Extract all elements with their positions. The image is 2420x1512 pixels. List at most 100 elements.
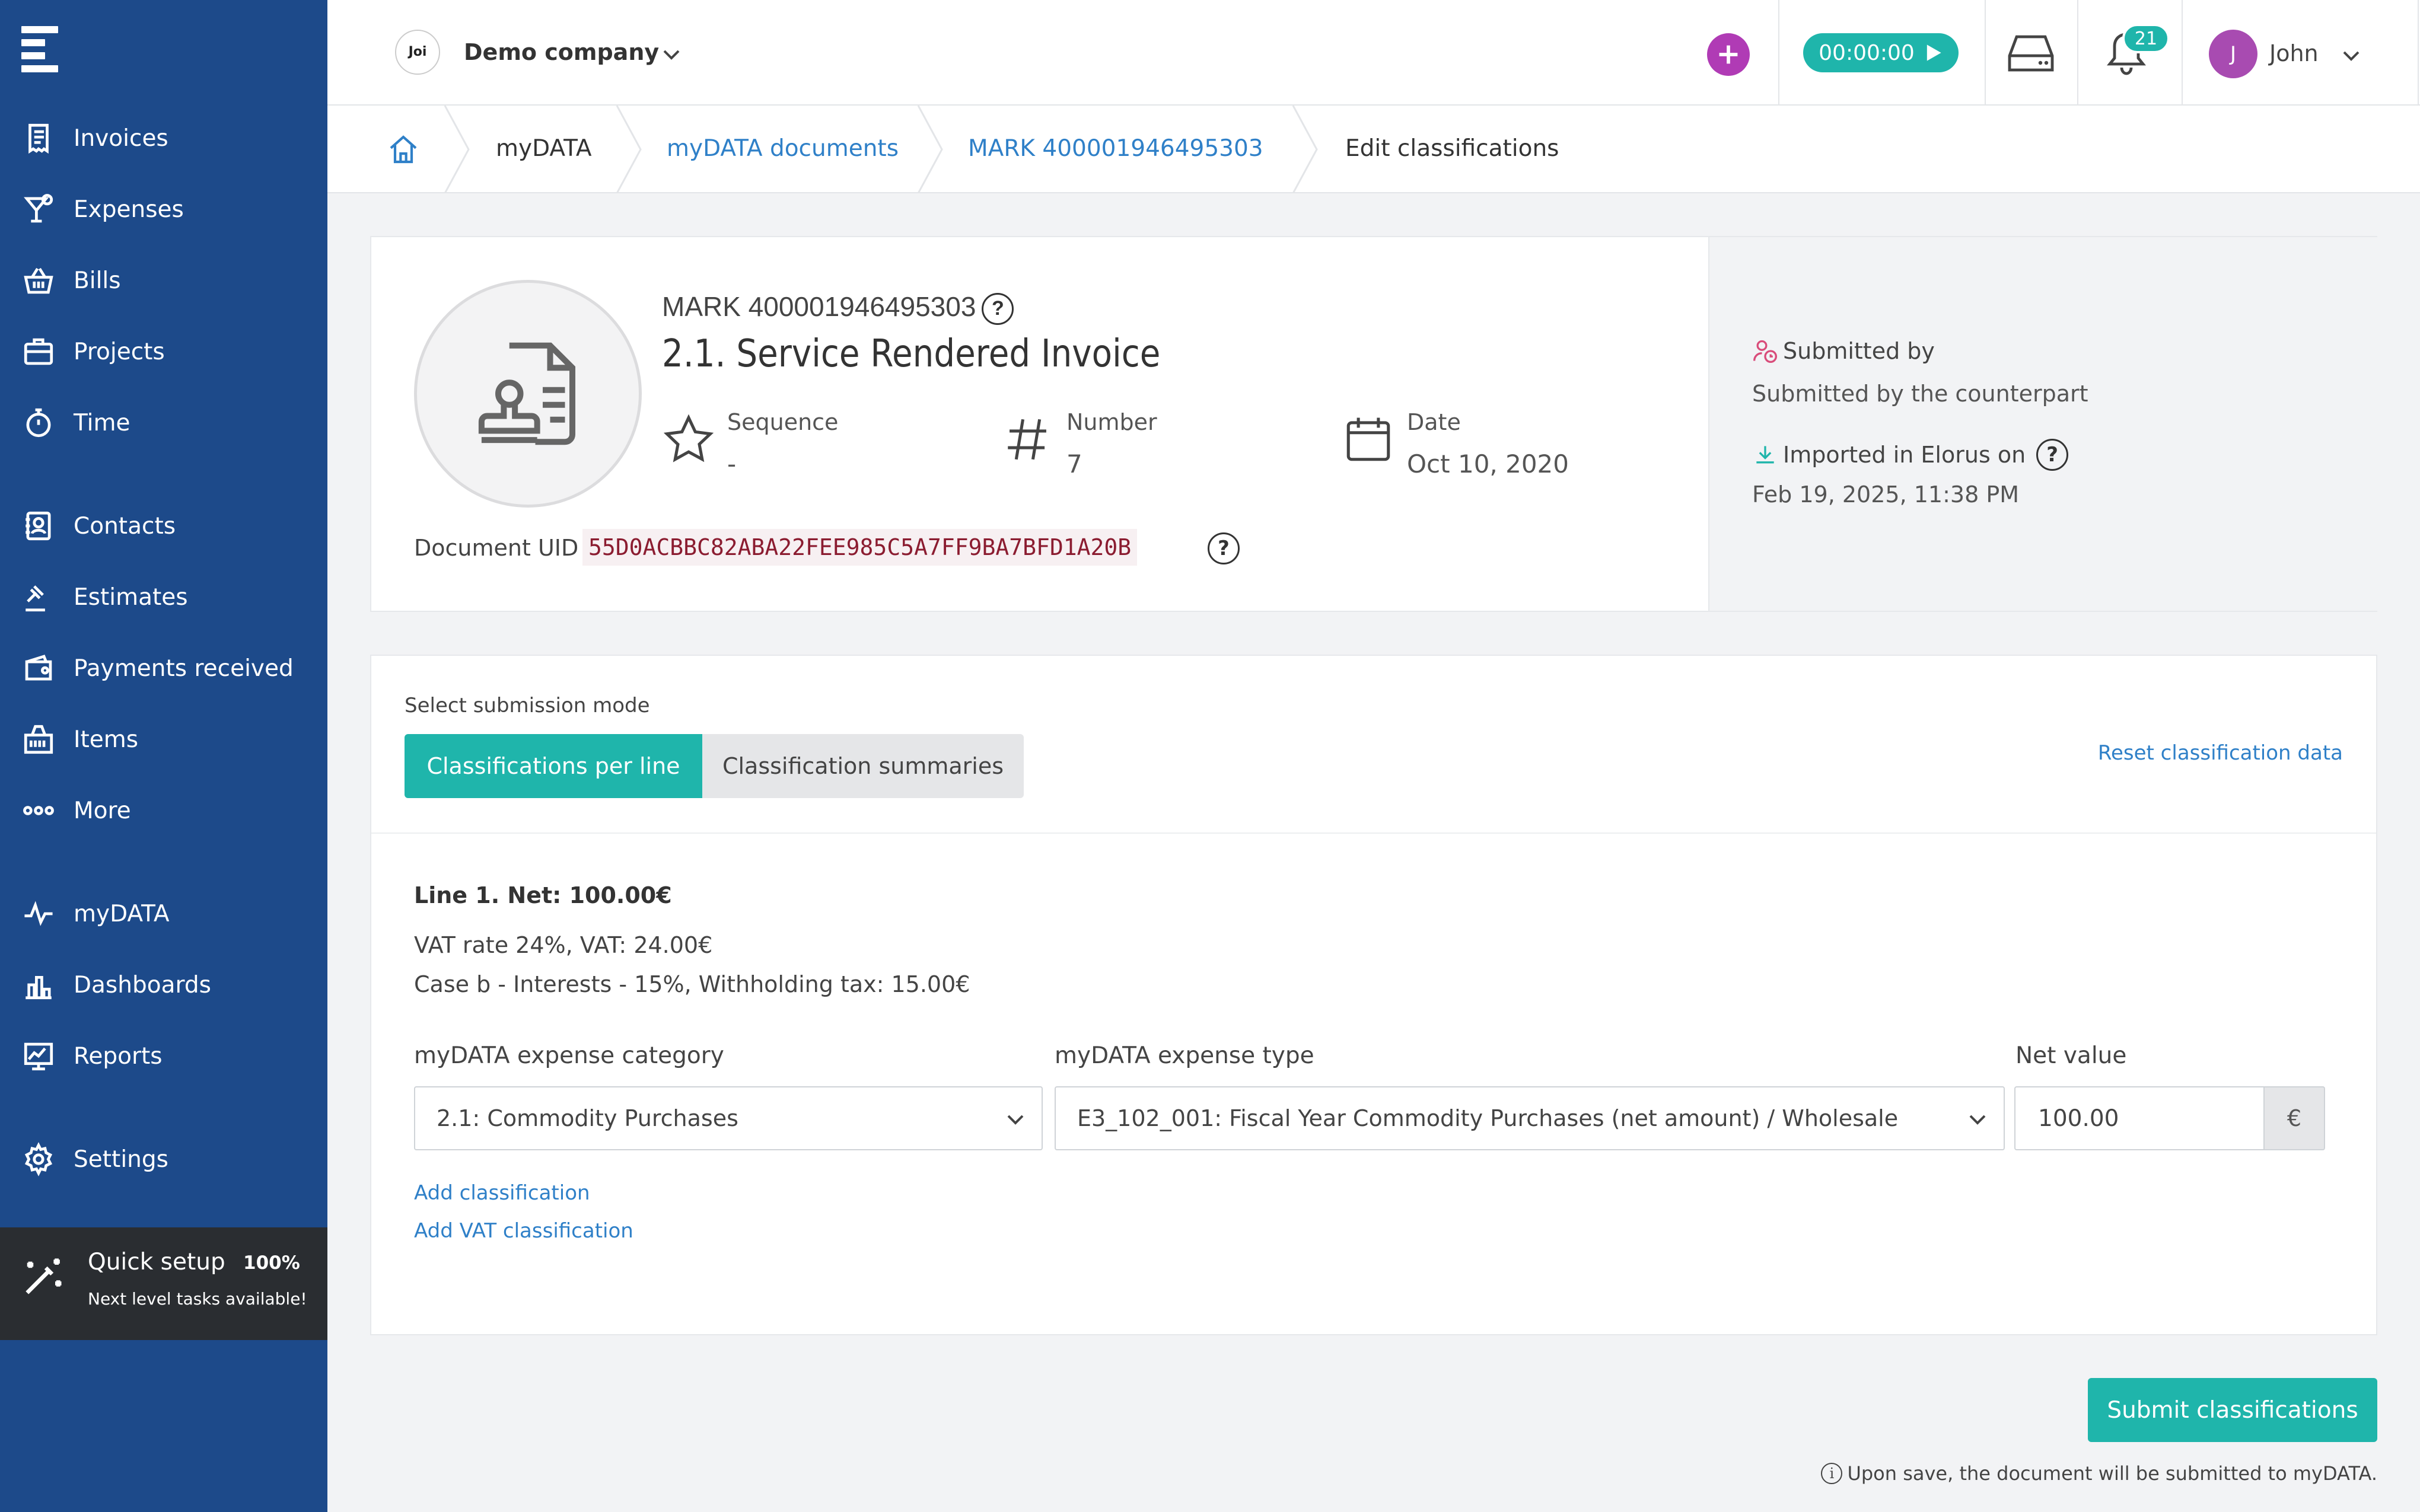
contact-book-icon [20,508,57,544]
expense-category-select[interactable]: 2.1: Commodity Purchases [414,1086,1043,1150]
imported-label: Imported in Elorus on [1783,442,2026,468]
sidebar-item-time[interactable]: Time [0,396,327,449]
uid-value: 55D0ACBBC82ABA22FEE985C5A7FF9BA7BFD1A20B [582,529,1138,566]
timer-value: 00:00:00 [1819,40,1915,65]
sidebar-item-reports[interactable]: Reports [0,1029,327,1083]
user-clock-icon [1753,340,1777,363]
sidebar-item-label: Estimates [74,583,188,611]
sidebar-item-bills[interactable]: Bills [0,254,327,307]
add-vat-classification-link[interactable]: Add VAT classification [414,1219,633,1243]
dashboard-icon [20,966,57,1003]
company-logo[interactable]: Joi [395,30,440,75]
user-name[interactable]: John [2269,40,2319,66]
sidebar-item-label: More [74,797,131,824]
breadcrumb-separator [917,106,943,193]
help-icon[interactable]: ? [1208,532,1240,564]
avatar[interactable]: J [2209,30,2257,78]
help-icon[interactable]: ? [2036,439,2069,471]
quick-setup-panel[interactable]: Quick setup 100% Next level tasks availa… [0,1227,327,1340]
breadcrumb-mydata[interactable]: myDATA [496,135,592,162]
basket-icon [20,262,57,299]
expense-type-select[interactable]: E3_102_001: Fiscal Year Commodity Purcha… [1055,1086,2005,1150]
breadcrumb-current: Edit classifications [1345,135,1559,162]
sidebar-item-label: Payments received [74,655,294,682]
sidebar-item-more[interactable]: More [0,784,327,837]
line-vat-info: VAT rate 24%, VAT: 24.00€ [414,932,713,958]
sidebar-item-items[interactable]: Items [0,713,327,766]
home-icon[interactable] [387,133,420,166]
currency-addon: € [2265,1086,2325,1150]
stopwatch-icon [20,404,57,441]
timer-button[interactable]: 00:00:00 [1803,33,1959,72]
topbar-divider [2077,0,2078,106]
submit-classifications-button[interactable]: Submit classifications [2088,1378,2377,1442]
classification-summaries-button[interactable]: Classification summaries [702,734,1024,798]
sidebar-item-label: Dashboards [74,971,211,999]
sidebar-item-mydata[interactable]: myDATA [0,887,327,940]
sidebar-item-label: Time [74,409,130,436]
mark-text: MARK 400001946495303 [662,291,976,322]
chevron-down-icon[interactable] [660,43,683,66]
sidebar-item-estimates[interactable]: Estimates [0,570,327,624]
submitted-by-label: Submitted by [1783,338,1935,364]
notification-badge: 21 [2122,24,2170,53]
quick-setup-title: Quick setup [88,1249,225,1275]
sidebar-item-label: Expenses [74,196,184,223]
play-icon [1927,44,1941,61]
document-stamp-icon [478,342,575,445]
cocktail-icon [20,191,57,228]
date-label: Date [1407,409,1461,435]
save-note-text: Upon save, the document will be submitte… [1847,1462,2377,1485]
add-classification-link[interactable]: Add classification [414,1181,590,1205]
sequence-value: - [727,449,737,479]
chevron-down-icon[interactable] [2339,44,2363,68]
document-title: 2.1. Service Rendered Invoice [662,332,1161,376]
reset-classification-link[interactable]: Reset classification data [2098,741,2343,765]
sidebar-item-label: Invoices [74,125,168,152]
sidebar-item-settings[interactable]: Settings [0,1133,327,1186]
sidebar-item-dashboards[interactable]: Dashboards [0,958,327,1012]
sidebar-item-contacts[interactable]: Contacts [0,499,327,553]
uid-label: Document UID [414,535,579,561]
sidebar-item-payments[interactable]: Payments received [0,642,327,695]
topbar-divider [2418,0,2419,106]
topbar-divider [1985,0,1986,106]
breadcrumb: myDATA myDATA documents MARK 40000194649… [327,106,2420,193]
sidebar-item-projects[interactable]: Projects [0,325,327,378]
magic-wand-icon [18,1252,68,1302]
breadcrumb-separator [1292,106,1318,193]
imported-value: Feb 19, 2025, 11:38 PM [1752,481,2020,508]
breadcrumb-mydata-documents[interactable]: myDATA documents [667,135,899,162]
sidebar-item-expenses[interactable]: Expenses [0,183,327,236]
mark-number: MARK 400001946495303? [662,291,1014,325]
gavel-icon [20,579,57,615]
inbox-drive-icon[interactable] [2007,32,2055,75]
app-logo[interactable] [21,26,58,72]
sidebar-item-invoices[interactable]: Invoices [0,111,327,165]
quick-add-button[interactable] [1707,33,1750,76]
quick-setup-subtitle: Next level tasks available! [88,1289,307,1309]
breadcrumb-mark[interactable]: MARK 400001946495303 [968,135,1263,162]
sidebar-item-label: myDATA [74,900,170,927]
report-icon [20,1038,57,1074]
divider [371,832,2376,834]
net-value-input[interactable] [2014,1086,2265,1150]
submitted-by-value: Submitted by the counterpart [1752,381,2088,407]
chevron-down-icon [1969,1115,1986,1125]
classifications-per-line-button[interactable]: Classifications per line [405,734,702,798]
sidebar-item-label: Bills [74,267,121,294]
info-icon: i [1821,1463,1843,1484]
document-header-card: MARK 400001946495303? 2.1. Service Rende… [370,236,2377,612]
number-label: Number [1066,409,1157,435]
number-value: 7 [1066,449,1082,479]
chevron-down-icon [1007,1115,1024,1125]
quick-setup-percent: 100% [243,1252,300,1274]
breadcrumb-separator [444,106,470,193]
help-icon[interactable]: ? [982,292,1014,325]
sidebar-item-label: Projects [74,338,165,365]
gear-icon [20,1141,57,1178]
items-icon [20,721,57,758]
sidebar-item-label: Settings [74,1146,168,1173]
sidebar-item-label: Contacts [74,512,176,540]
company-name[interactable]: Demo company [464,39,659,65]
